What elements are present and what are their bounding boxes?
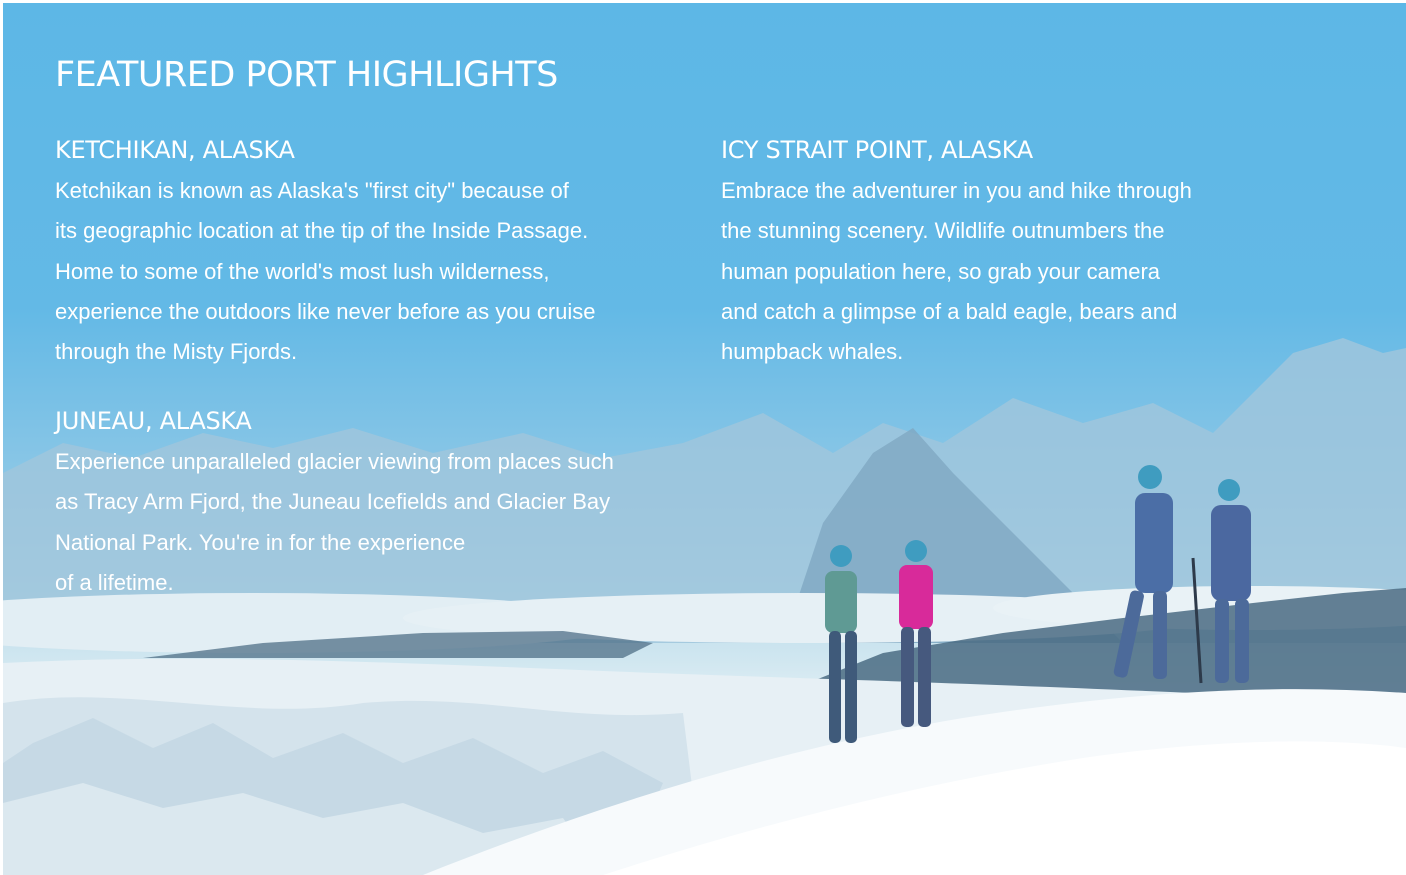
photo-caption: Juneau, Alaska	[1228, 832, 1378, 853]
page-title: FEATURED PORT HIGHLIGHTS	[55, 55, 558, 95]
port-ketchikan: KETCHIKAN, ALASKA Ketchikan is known as …	[55, 135, 685, 372]
port-description: Ketchikan is known as Alaska's "first ci…	[55, 178, 596, 365]
port-icy-strait-point: ICY STRAIT POINT, ALASKA Embrace the adv…	[721, 135, 1351, 372]
hiker-1	[825, 545, 857, 743]
port-heading: JUNEAU, ALASKA	[55, 407, 252, 435]
port-description: Experience unparalleled glacier viewing …	[55, 449, 614, 595]
port-description: Embrace the adventurer in you and hike t…	[721, 178, 1192, 365]
port-heading: ICY STRAIT POINT, ALASKA	[721, 136, 1033, 164]
port-juneau: JUNEAU, ALASKA Experience unparalleled g…	[55, 406, 685, 603]
port-heading: KETCHIKAN, ALASKA	[55, 136, 295, 164]
featured-ports-banner: FEATURED PORT HIGHLIGHTS KETCHIKAN, ALAS…	[3, 3, 1406, 875]
